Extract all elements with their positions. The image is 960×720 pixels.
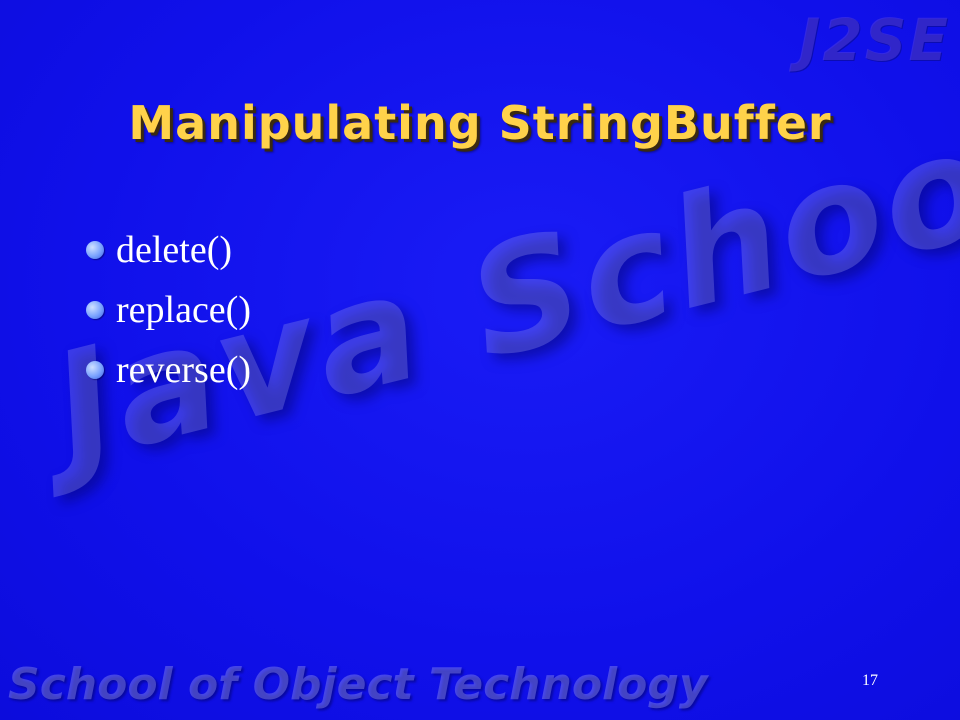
bullet-item-replace: replace() <box>86 280 251 340</box>
slide-title: Manipulating StringBuffer <box>128 96 832 150</box>
bullet-item-reverse: reverse() <box>86 340 251 400</box>
bullet-text: replace() <box>116 289 251 331</box>
bullet-dot-icon <box>86 301 104 319</box>
bullet-text: delete() <box>116 229 233 271</box>
school-footer-watermark: School of Object Technology <box>8 659 708 710</box>
page-number: 17 <box>862 672 878 689</box>
j2se-watermark: J2SE <box>798 6 950 74</box>
bullet-dot-icon <box>86 361 104 379</box>
bullet-list: delete() replace() reverse() <box>86 220 251 400</box>
slide: J2SE Java School School of Object Techno… <box>0 0 960 720</box>
bullet-text: reverse() <box>116 349 252 391</box>
bullet-item-delete: delete() <box>86 220 251 280</box>
bullet-dot-icon <box>86 241 104 259</box>
